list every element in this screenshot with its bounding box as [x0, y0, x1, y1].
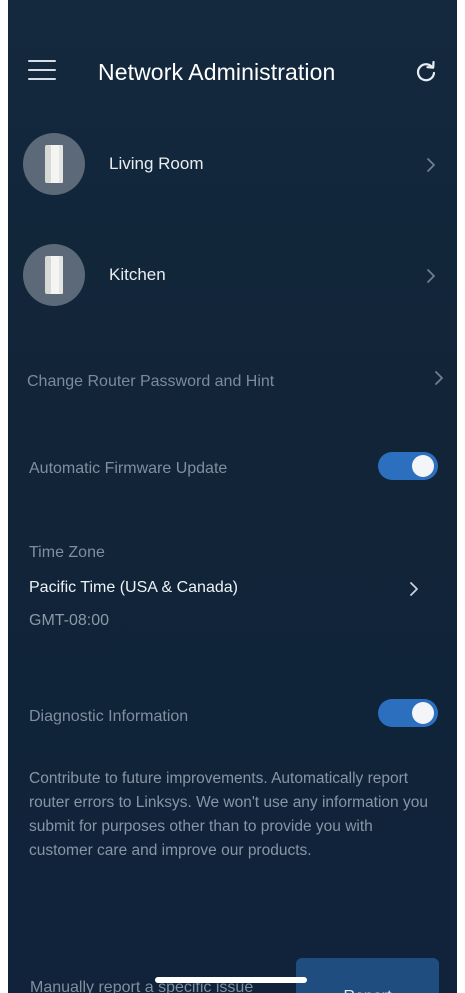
change-password-row[interactable]: Change Router Password and Hint [8, 360, 457, 404]
network-administration-screen: Network Administration Living Room Kitch… [8, 0, 457, 993]
mesh-node-icon [23, 244, 85, 306]
firmware-update-label: Automatic Firmware Update [29, 460, 228, 477]
home-indicator [155, 977, 307, 983]
mesh-node-icon [23, 133, 85, 195]
time-zone-value: Pacific Time (USA & Canada) [29, 579, 238, 596]
device-row-living-room[interactable]: Living Room [8, 121, 457, 207]
report-button[interactable]: Report [296, 958, 439, 993]
firmware-update-toggle[interactable] [378, 452, 438, 480]
toggle-knob [412, 702, 434, 724]
time-zone-row[interactable]: Pacific Time (USA & Canada) [8, 572, 457, 606]
chevron-right-icon [424, 155, 438, 175]
device-name: Kitchen [109, 265, 166, 284]
change-password-label: Change Router Password and Hint [27, 373, 275, 390]
hamburger-menu-icon[interactable] [28, 60, 58, 82]
chevron-right-icon [424, 266, 438, 286]
time-zone-offset: GMT-08:00 [29, 612, 110, 629]
chevron-right-icon [407, 579, 421, 599]
diagnostic-description: Contribute to future improvements. Autom… [29, 770, 428, 859]
toggle-knob [412, 455, 434, 477]
page-title: Network Administration [98, 59, 336, 85]
chevron-right-icon [432, 368, 446, 388]
diagnostic-label: Diagnostic Information [29, 708, 189, 725]
device-name: Living Room [109, 154, 204, 173]
refresh-icon[interactable] [412, 58, 440, 86]
diagnostic-toggle[interactable] [378, 699, 438, 727]
device-row-kitchen[interactable]: Kitchen [8, 232, 457, 318]
time-zone-heading: Time Zone [29, 544, 105, 561]
